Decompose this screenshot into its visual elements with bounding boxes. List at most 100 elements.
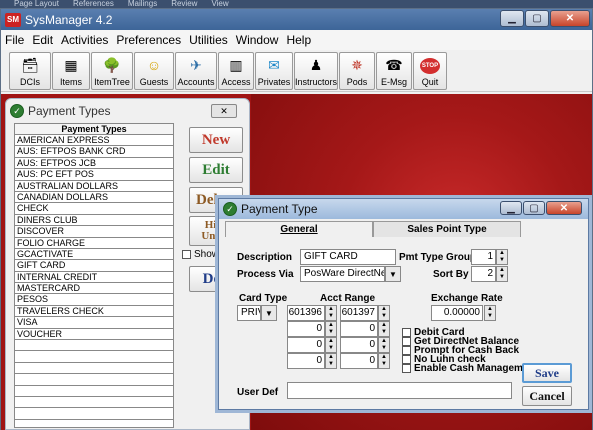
list-item[interactable]: GCACTIVATE [15,249,173,261]
list-item[interactable]: INTERNAL CREDIT [15,272,173,284]
tab-general[interactable]: General [225,221,373,237]
toolbar-label: Instructors [295,77,338,87]
bg-menu-item: References [72,0,114,8]
description-field[interactable]: GIFT CARD [300,249,396,265]
acct-range-end-field[interactable]: 0 [340,337,378,353]
card-type-label: Card Type [239,293,288,304]
acct-range-start-field[interactable]: 0 [287,337,325,353]
list-item[interactable]: CHECK [15,203,173,215]
acct-range-end-field[interactable]: 0 [340,353,378,369]
list-item[interactable]: MASTERCARD [15,283,173,295]
close-panel-button[interactable]: ✕ [211,104,237,118]
acct-range-end-stepper[interactable]: ▲ ▼ [378,353,390,369]
menu-edit[interactable]: Edit [32,33,53,47]
acct-range-start-stepper[interactable]: ▲ ▼ [325,353,337,369]
card-type-select[interactable]: PRIV [237,305,261,321]
list-item[interactable]: AMERICAN EXPRESS [15,135,173,147]
close-button[interactable]: ✕ [550,10,590,27]
acct-range-start-stepper[interactable]: ▲ ▼ [325,321,337,337]
maximize-button[interactable]: ▢ [525,10,549,27]
checkbox-box[interactable] [182,250,191,259]
tab-sales-point-type[interactable]: Sales Point Type [373,221,521,237]
list-item[interactable]: VOUCHER [15,329,173,341]
list-item[interactable]: TRAVELERS CHECK [15,306,173,318]
menu-utilities[interactable]: Utilities [189,33,228,47]
menu-file[interactable]: File [5,33,24,47]
toolbar-dcis-button[interactable]: 🗃 DCIs [9,52,51,90]
acct-range-start-field[interactable]: 601396 [287,305,325,321]
list-item[interactable] [15,351,173,363]
list-column-header[interactable]: Payment Types [15,124,173,135]
acct-range-end-stepper[interactable]: ▲ ▼ [378,305,390,321]
acct-range-start-field[interactable]: 0 [287,353,325,369]
pmt-type-group-stepper[interactable]: ▲ ▼ [496,249,508,265]
minimize-button[interactable]: ▁ [500,10,524,27]
edit-button[interactable]: Edit [189,157,243,183]
acct-range-label: Acct Range [320,293,376,304]
acct-range-start-stepper[interactable]: ▲ ▼ [325,305,337,321]
list-item[interactable]: AUS: EFTPOS JCB [15,158,173,170]
acct-range-start-field[interactable]: 0 [287,321,325,337]
list-item[interactable]: VISA [15,317,173,329]
chevron-down-icon[interactable]: ▼ [385,266,401,282]
save-button[interactable]: Save [522,363,572,383]
list-item[interactable] [15,363,173,375]
list-item[interactable]: AUS: EFTPOS BANK CRD [15,146,173,158]
toolbar-emsg-button[interactable]: ☎ E-Msg [376,52,412,90]
acct-range-end-field[interactable]: 0 [340,321,378,337]
toolbar-access-button[interactable]: ▥ Access [218,52,254,90]
toolbar-quit-button[interactable]: STOP Quit [413,52,447,90]
exchange-rate-stepper[interactable]: ▲ ▼ [484,305,496,321]
dialog-maximize-button[interactable]: ▢ [523,201,545,215]
menu-help[interactable]: Help [286,33,311,47]
list-item[interactable] [15,420,173,427]
toolbar-privates-button[interactable]: ✉ Privates [255,52,293,90]
list-item[interactable]: DISCOVER [15,226,173,238]
chevron-down-icon[interactable]: ▼ [261,305,277,321]
toolbar-instructors-button[interactable]: ♟ Instructors [294,52,338,90]
items-icon: ▦ [64,56,78,73]
acct-range-end-field[interactable]: 601397 [340,305,378,321]
toolbar-pods-button[interactable]: ✵ Pods [339,52,375,90]
toolbar-accounts-button[interactable]: ✈ Accounts [175,52,217,90]
exchange-rate-field[interactable]: 0.00000 [431,305,483,321]
sort-by-field[interactable]: 2 [471,266,496,282]
payment-types-list[interactable]: Payment Types AMERICAN EXPRESS AUS: EFTPO… [14,123,174,428]
menu-window[interactable]: Window [236,33,279,47]
process-via-select[interactable]: PosWare DirectNet [300,266,385,282]
list-item[interactable]: AUSTRALIAN DOLLARS [15,181,173,192]
toolbar-items-button[interactable]: ▦ Items [52,52,90,90]
bg-menu-item: View [211,0,229,8]
new-button[interactable]: New [189,127,243,153]
list-item[interactable]: FOLIO CHARGE [15,238,173,249]
dialog-title-bar[interactable]: ✓ Payment Type ▁ ▢ ✕ [219,199,588,219]
menu-activities[interactable]: Activities [61,33,108,47]
pmt-type-group-field[interactable]: 1 [471,249,496,265]
description-label: Description [237,252,293,263]
toolbar-itemtree-button[interactable]: 🌳 ItemTree [91,52,133,90]
enable-cash-management-checkbox[interactable]: Enable Cash Management [402,363,538,374]
menu-preferences[interactable]: Preferences [116,33,181,47]
list-item[interactable]: CANADIAN DOLLARS [15,192,173,204]
sort-by-stepper[interactable]: ▲ ▼ [496,266,508,282]
cancel-button[interactable]: Cancel [522,386,572,406]
list-item[interactable] [15,386,173,397]
list-item[interactable]: DINERS CLUB [15,215,173,227]
list-item[interactable] [15,408,173,420]
list-item[interactable]: PESOS [15,294,173,306]
checkbox-box[interactable] [402,364,411,373]
user-def-field[interactable] [287,382,512,399]
acct-range-start-stepper[interactable]: ▲ ▼ [325,337,337,353]
list-item[interactable]: GIFT CARD [15,260,173,272]
list-item[interactable] [15,397,173,409]
dialog-close-button[interactable]: ✕ [546,201,582,215]
acct-range-end-stepper[interactable]: ▲ ▼ [378,321,390,337]
acct-range-end-stepper[interactable]: ▲ ▼ [378,337,390,353]
list-item[interactable]: AUS: PC EFT POS [15,169,173,181]
dialog-title: Payment Type [241,202,318,216]
title-bar[interactable]: SM SysManager 4.2 ▁ ▢ ✕ [1,9,592,30]
dialog-minimize-button[interactable]: ▁ [500,201,522,215]
toolbar-guests-button[interactable]: ☺ Guests [134,52,174,90]
list-item[interactable] [15,374,173,386]
list-item[interactable] [15,340,173,352]
